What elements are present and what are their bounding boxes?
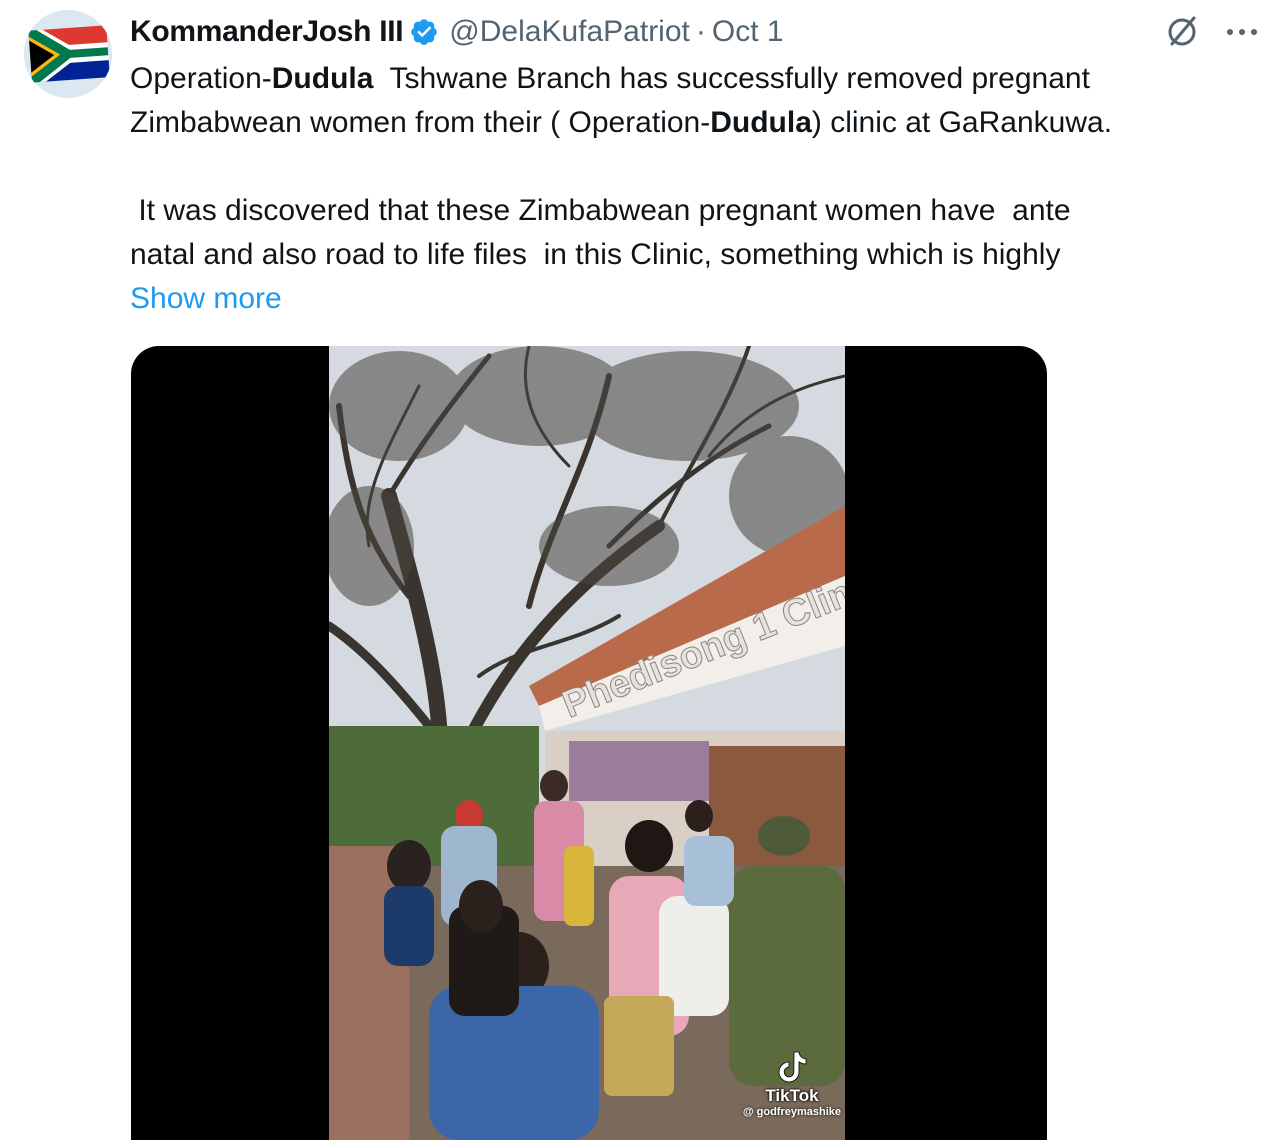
tweet-header: KommanderJosh III @DelaKufaPatriot · Oct… — [130, 12, 784, 52]
avatar[interactable] — [24, 10, 112, 98]
tiktok-brand: TikTok — [765, 1086, 819, 1105]
verified-badge-icon — [409, 17, 439, 47]
hashtag-bold: Dudula — [710, 106, 812, 139]
display-name[interactable]: KommanderJosh III — [130, 12, 404, 52]
grok-icon[interactable] — [1164, 14, 1200, 50]
text-segment: ) clinic at GaRankuwa. — [811, 106, 1113, 139]
tweet-text-line: Operation-Dudula Tshwane Branch has succ… — [130, 57, 1260, 101]
video-frame: Phedisong 1 Clinic TikTok @ godfreymashi… — [329, 346, 845, 1140]
tweet-date[interactable]: Oct 1 — [712, 12, 784, 52]
separator-dot: · — [695, 15, 706, 48]
user-handle[interactable]: @DelaKufaPatriot — [449, 12, 690, 52]
video-player[interactable]: Phedisong 1 Clinic TikTok @ godfreymashi… — [131, 346, 1047, 1140]
tweet-text: Operation-Dudula Tshwane Branch has succ… — [130, 57, 1260, 321]
south-africa-flag-icon — [24, 10, 112, 98]
tweet-text-line: Zimbabwean women from their ( Operation-… — [130, 101, 1260, 145]
tiktok-watermark: TikTok @ godfreymashike — [743, 1050, 841, 1118]
tiktok-user: @ godfreymashike — [742, 1106, 841, 1118]
tiktok-logo-icon — [778, 1051, 807, 1083]
tweet-text-line: natal and also road to life files in thi… — [130, 238, 1061, 271]
tweet-card: KommanderJosh III @DelaKufaPatriot · Oct… — [0, 0, 1280, 1140]
text-segment: Tshwane Branch has successfully removed … — [373, 62, 1090, 95]
tweet-text-line: It was discovered that these Zimbabwean … — [130, 194, 1071, 227]
more-options-icon[interactable] — [1222, 14, 1262, 50]
show-more-link[interactable]: Show more — [130, 277, 1260, 321]
text-segment: Operation- — [130, 62, 272, 95]
hashtag-bold: Dudula — [271, 62, 374, 95]
clinic-scene-image: Phedisong 1 Clinic — [329, 346, 845, 1140]
text-segment: Zimbabwean women from their ( Operation- — [130, 106, 711, 139]
